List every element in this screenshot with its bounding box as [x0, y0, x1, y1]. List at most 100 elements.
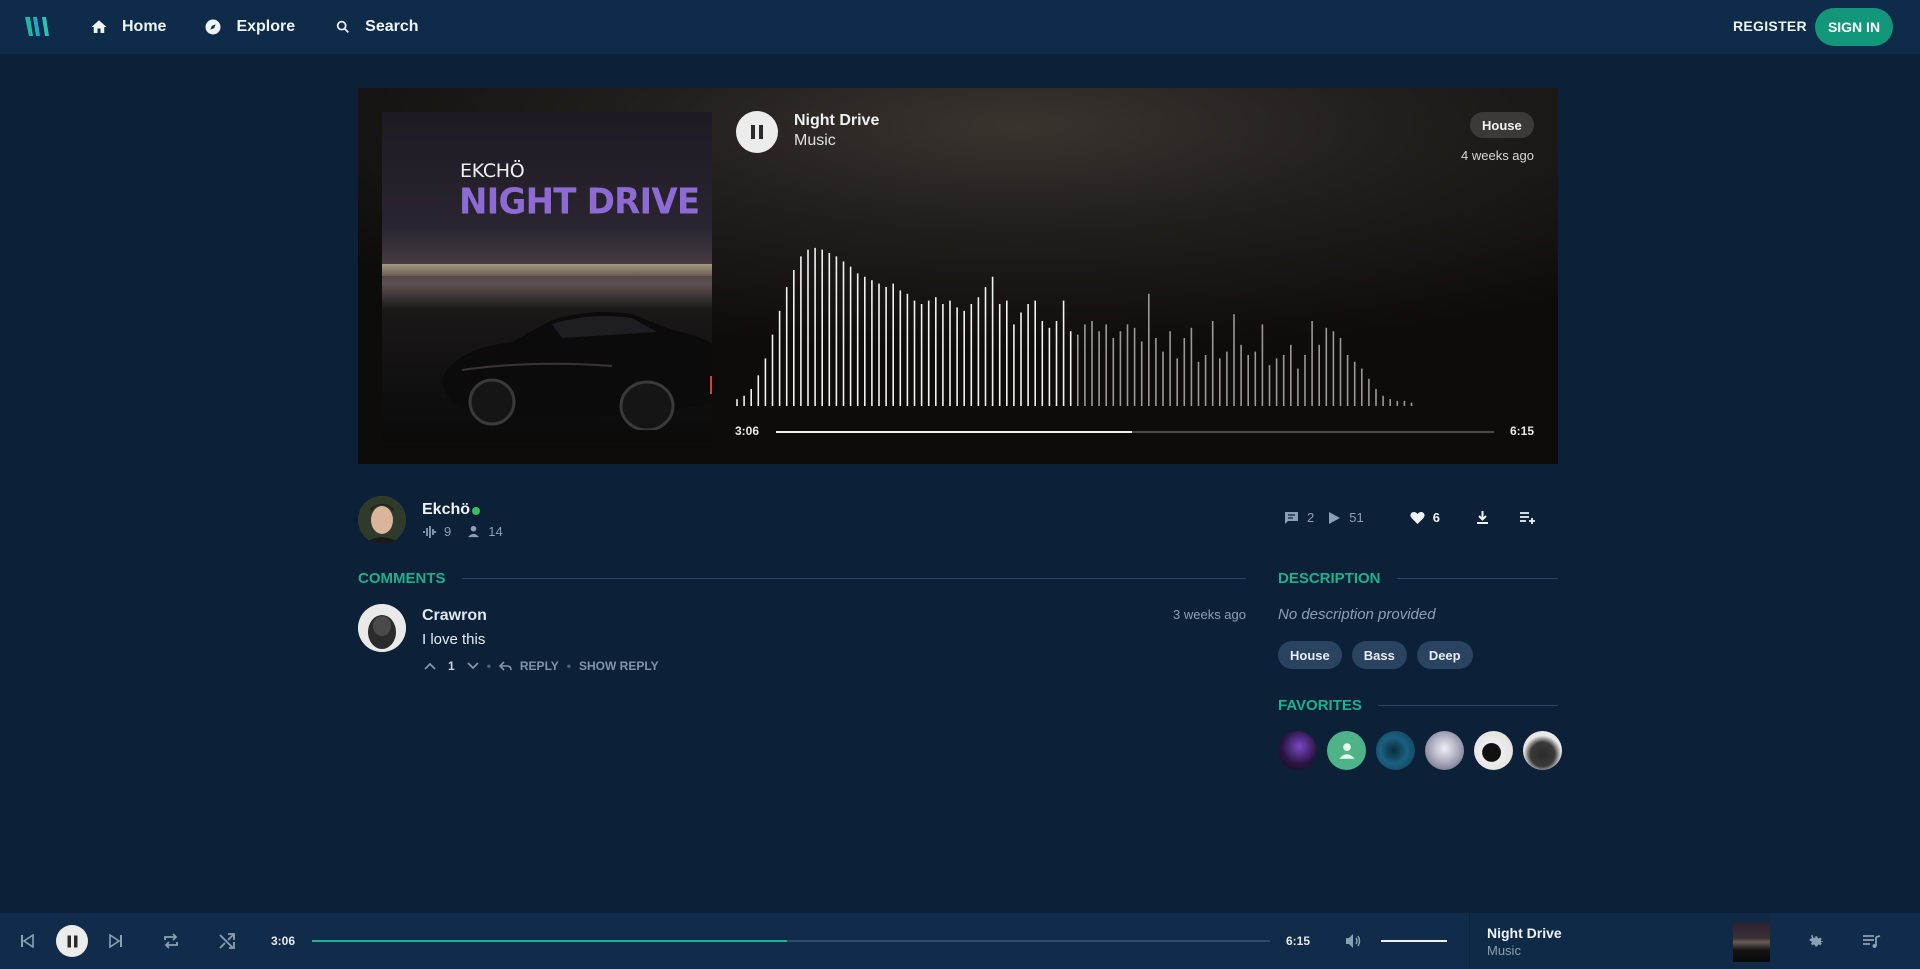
bottom-seek-bar[interactable] — [312, 940, 1270, 942]
main-nav: Home Explore Search — [90, 0, 419, 54]
plays-count: 51 — [1349, 510, 1364, 525]
tag-pill[interactable]: House — [1278, 641, 1342, 669]
favorites-list — [1278, 731, 1562, 770]
artist-tracks-count: 9 — [444, 524, 452, 539]
upvote-icon[interactable] — [424, 662, 436, 670]
search-icon — [336, 20, 350, 33]
play-icon — [1329, 511, 1341, 524]
download-button[interactable] — [1476, 510, 1489, 525]
app-logo[interactable] — [22, 14, 50, 40]
hero-track-title[interactable]: Night Drive — [794, 112, 879, 130]
artist-tracks-stat: 9 — [422, 524, 451, 539]
favorite-avatar[interactable] — [1327, 731, 1366, 770]
comment-avatar-image — [358, 604, 406, 652]
downvote-icon[interactable] — [467, 662, 479, 670]
hero-current-time: 3:06 — [735, 424, 760, 438]
volume-icon[interactable] — [1344, 932, 1362, 950]
tag-pill[interactable]: Deep — [1416, 641, 1473, 669]
cover-artist-text: EKCHÖ — [460, 160, 525, 182]
comments-heading-label: COMMENTS — [358, 570, 446, 587]
nav-home[interactable]: Home — [90, 0, 166, 54]
gear-icon[interactable] — [1806, 932, 1825, 951]
favorites-heading-label: FAVORITES — [1278, 697, 1362, 714]
playlist-add-icon — [1519, 512, 1535, 524]
shuffle-icon[interactable] — [218, 932, 236, 950]
hero-duration: 6:15 — [1510, 424, 1535, 438]
comment-icon — [1285, 511, 1298, 524]
hero-track-subtitle: Music — [794, 132, 836, 149]
separator-dot: • — [486, 659, 491, 673]
comments-stat[interactable]: 2 — [1284, 510, 1314, 525]
next-icon[interactable] — [109, 934, 123, 948]
artist-followers-stat: 14 — [467, 524, 503, 539]
person-icon — [1338, 742, 1355, 759]
plays-stat: 51 — [1328, 510, 1364, 525]
genre-tag[interactable]: House — [1470, 112, 1534, 138]
comment-vote-count: 1 — [448, 659, 455, 673]
sign-in-button[interactable]: SIGN IN — [1815, 8, 1893, 46]
description-divider — [1396, 578, 1558, 579]
comment-text: I love this — [422, 631, 486, 648]
nav-search-label: Search — [365, 18, 419, 35]
nav-home-label: Home — [122, 18, 167, 35]
reply-icon — [498, 661, 512, 671]
add-to-playlist-button[interactable] — [1519, 511, 1536, 524]
waveform[interactable] — [736, 236, 1520, 408]
cover-car-image — [442, 312, 712, 430]
tag-pill[interactable]: Bass — [1351, 641, 1407, 669]
hero-seek-bar[interactable] — [776, 431, 1494, 433]
waveform-icon — [423, 525, 436, 538]
hero-pause-button[interactable] — [736, 111, 778, 153]
favorite-avatar[interactable] — [1425, 731, 1464, 770]
cover-title-text: NIGHT DRIVE — [459, 181, 700, 223]
favorites-heading: FAVORITES — [1278, 697, 1558, 714]
track-stats: 2 51 6 — [1284, 510, 1536, 525]
person-icon — [468, 525, 480, 538]
artist-name[interactable]: Ekchö — [422, 501, 470, 519]
comment-date: 3 weeks ago — [1173, 607, 1246, 622]
home-icon — [91, 20, 107, 33]
like-button[interactable]: 6 — [1410, 510, 1440, 525]
comment-author[interactable]: Crawron — [422, 607, 487, 625]
now-playing-panel[interactable] — [1469, 913, 1769, 969]
show-reply-button[interactable]: SHOW REPLY — [579, 659, 659, 673]
now-playing-title[interactable]: Night Drive — [1487, 925, 1562, 941]
volume-slider[interactable] — [1381, 940, 1447, 942]
nav-explore-label: Explore — [236, 18, 296, 35]
cover-city-lights — [382, 264, 712, 276]
bottom-seek-fill — [312, 940, 788, 942]
now-playing-thumbnail[interactable] — [1733, 922, 1773, 962]
nav-explore[interactable]: Explore — [204, 0, 295, 54]
comments-divider — [461, 578, 1246, 579]
nav-search[interactable]: Search — [335, 0, 419, 54]
separator-dot: • — [566, 659, 571, 673]
hero-seek-fill — [776, 431, 1133, 433]
description-heading: DESCRIPTION — [1278, 570, 1558, 587]
now-playing-subtitle: Music — [1487, 943, 1521, 958]
comment-avatar[interactable] — [358, 604, 406, 652]
heart-icon — [1410, 511, 1425, 524]
download-icon — [1476, 511, 1488, 524]
favorite-avatar[interactable] — [1523, 731, 1562, 770]
track-hero: EKCHÖ NIGHT DRIVE Night Drive Music Hous… — [358, 88, 1558, 464]
reply-button[interactable]: REPLY — [520, 659, 559, 673]
favorite-avatar[interactable] — [1376, 731, 1415, 770]
artist-stats: 9 14 — [422, 524, 519, 539]
artist-avatar[interactable] — [358, 496, 406, 544]
upload-date: 4 weeks ago — [1461, 148, 1534, 163]
likes-count: 6 — [1432, 510, 1440, 525]
bottom-duration: 6:15 — [1286, 934, 1311, 948]
favorite-avatar[interactable] — [1278, 731, 1317, 770]
favorites-divider — [1377, 705, 1558, 706]
favorite-avatar[interactable] — [1474, 731, 1513, 770]
queue-icon[interactable] — [1862, 934, 1881, 949]
compass-icon — [205, 19, 221, 35]
register-link[interactable]: REGISTER — [1733, 18, 1807, 34]
album-cover: EKCHÖ NIGHT DRIVE — [382, 112, 712, 442]
online-status-dot — [472, 507, 480, 515]
bottom-pause-button[interactable] — [56, 925, 88, 957]
repeat-icon[interactable] — [162, 932, 180, 950]
previous-icon[interactable] — [20, 934, 34, 948]
comments-heading: COMMENTS — [358, 570, 1246, 587]
artist-followers-count: 14 — [488, 524, 503, 539]
